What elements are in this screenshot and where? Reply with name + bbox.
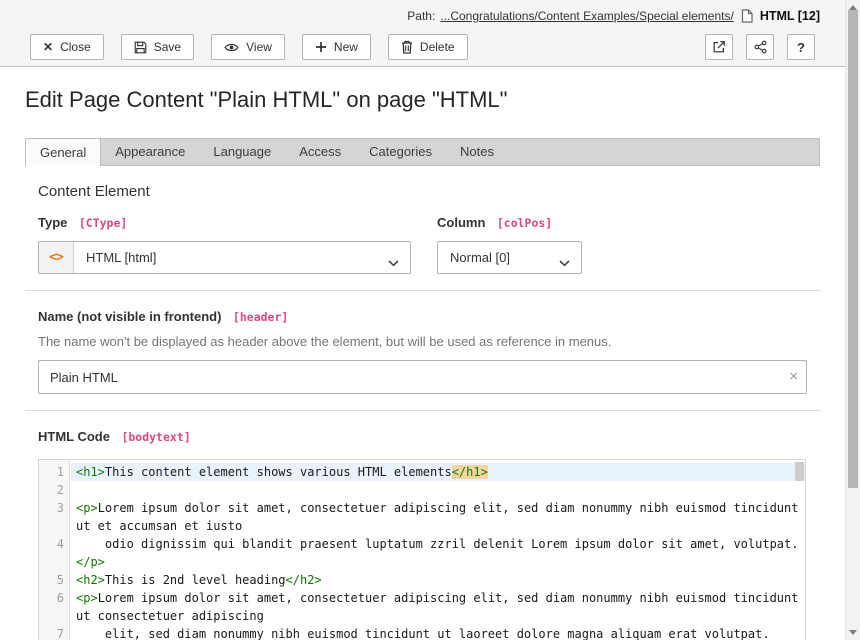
bodytext-code: [bodytext] bbox=[121, 430, 190, 444]
code-editor-row: 2 bbox=[39, 481, 805, 499]
line-number: 1 bbox=[39, 463, 71, 481]
name-description: The name won't be displayed as header ab… bbox=[38, 334, 807, 349]
code-editor-scrollbar-thumb[interactable] bbox=[795, 462, 804, 481]
tab-language[interactable]: Language bbox=[199, 139, 285, 165]
save-icon bbox=[134, 41, 147, 54]
tab-notes[interactable]: Notes bbox=[446, 139, 508, 165]
delete-button[interactable]: Delete bbox=[388, 34, 468, 60]
toolbar-right-group: ? bbox=[705, 34, 815, 60]
type-label: Type bbox=[38, 215, 67, 230]
html-tag-token: <p> bbox=[76, 591, 98, 605]
line-number: 4 bbox=[39, 535, 71, 571]
tab-general[interactable]: General bbox=[25, 138, 101, 166]
type-select-addon: <> bbox=[39, 242, 74, 273]
tab-access[interactable]: Access bbox=[285, 139, 355, 165]
page-title: Edit Page Content "Plain HTML" on page "… bbox=[25, 87, 820, 113]
type-select[interactable]: <> HTML [html] bbox=[38, 241, 411, 274]
code-editor-row: 5 <h2>This is 2nd level heading</h2> bbox=[39, 571, 805, 589]
code-editor-row: 7 elit, sed diam nonummy nibh euismod ti… bbox=[39, 625, 805, 640]
page-reference: HTML [12] bbox=[760, 9, 820, 23]
code-line[interactable]: elit, sed diam nonummy nibh euismod tinc… bbox=[76, 625, 802, 640]
page-icon bbox=[741, 9, 753, 23]
name-section: Name (not visible in frontend) [header] … bbox=[25, 291, 820, 411]
html-tag-token: </h1> bbox=[452, 465, 488, 479]
line-number: 6 bbox=[39, 589, 71, 625]
help-button[interactable]: ? bbox=[787, 34, 815, 60]
name-input[interactable] bbox=[38, 360, 807, 394]
code-editor-row: 3<p>Lorem ipsum dolor sit amet, consecte… bbox=[39, 499, 805, 535]
toolbar: ✕ Close Save View bbox=[0, 31, 845, 60]
trash-icon bbox=[401, 40, 413, 54]
column-label: Column bbox=[437, 215, 485, 230]
close-button[interactable]: ✕ Close bbox=[30, 34, 104, 60]
new-button-label: New bbox=[334, 40, 358, 54]
content-element-section-title: Content Element bbox=[38, 183, 807, 200]
code-line[interactable] bbox=[76, 481, 802, 499]
view-button-label: View bbox=[246, 40, 272, 54]
tab-categories[interactable]: Categories bbox=[355, 139, 446, 165]
line-number: 5 bbox=[39, 571, 71, 589]
plus-icon bbox=[315, 41, 327, 53]
code-line[interactable]: <h1>This content element shows various H… bbox=[76, 463, 802, 481]
code-editor[interactable]: 1 <h1>This content element shows various … bbox=[38, 459, 806, 640]
html-code-label: HTML Code bbox=[38, 429, 110, 444]
html-tag-token: <h1> bbox=[76, 465, 105, 479]
new-button[interactable]: New bbox=[302, 34, 371, 60]
ctype-code: [CType] bbox=[79, 216, 127, 230]
save-button[interactable]: Save bbox=[121, 34, 194, 60]
tab-bar: General Appearance Language Access Categ… bbox=[25, 138, 820, 166]
tab-appearance[interactable]: Appearance bbox=[101, 139, 199, 165]
path-label: Path: bbox=[407, 9, 435, 23]
code-editor-row: 4 odio dignissim qui blandit praesent lu… bbox=[39, 535, 805, 571]
content-element-section: Content Element Type [CType] <> HTML [ht… bbox=[25, 166, 820, 291]
toolbar-left-group: ✕ Close Save View bbox=[30, 34, 468, 60]
html-tag-token: </p> bbox=[76, 555, 105, 569]
main-scrollbar[interactable] bbox=[845, 0, 860, 640]
save-button-label: Save bbox=[154, 40, 181, 54]
clear-icon[interactable]: × bbox=[789, 368, 798, 385]
close-icon: ✕ bbox=[43, 40, 53, 54]
code-editor-scrollbar[interactable] bbox=[794, 461, 805, 640]
chevron-down-icon bbox=[388, 255, 399, 270]
application-window: Path: ...Congratulations/Content Example… bbox=[0, 0, 860, 640]
view-button[interactable]: View bbox=[211, 34, 285, 60]
code-editor-lines: 1 <h1>This content element shows various … bbox=[39, 460, 805, 640]
share-button[interactable] bbox=[746, 34, 774, 60]
module-body: Edit Page Content "Plain HTML" on page "… bbox=[25, 67, 820, 640]
path-bar: Path: ...Congratulations/Content Example… bbox=[0, 0, 845, 31]
html-tag-token: <p> bbox=[76, 501, 98, 515]
chevron-down-icon bbox=[559, 255, 570, 270]
share-icon bbox=[754, 40, 767, 54]
code-line[interactable]: <p>Lorem ipsum dolor sit amet, consectet… bbox=[76, 499, 802, 535]
code-line[interactable]: <h2>This is 2nd level heading</h2> bbox=[76, 571, 802, 589]
close-button-label: Close bbox=[60, 40, 91, 54]
delete-button-label: Delete bbox=[420, 40, 455, 54]
code-editor-row: 1 <h1>This content element shows various … bbox=[39, 463, 805, 481]
name-label: Name (not visible in frontend) bbox=[38, 309, 221, 324]
header-code: [header] bbox=[233, 310, 288, 324]
code-line[interactable]: odio dignissim qui blandit praesent lupt… bbox=[76, 535, 802, 571]
colpos-code: [colPos] bbox=[497, 216, 552, 230]
main-scrollbar-thumb[interactable] bbox=[848, 10, 858, 488]
eye-icon bbox=[224, 42, 239, 53]
column-select-value: Normal [0] bbox=[438, 250, 510, 265]
code-editor-row: 6<p>Lorem ipsum dolor sit amet, consecte… bbox=[39, 589, 805, 625]
open-in-new-window-button[interactable] bbox=[705, 34, 733, 60]
html-tag-token: </h2> bbox=[286, 573, 322, 587]
path-link[interactable]: ...Congratulations/Content Examples/Spec… bbox=[440, 9, 734, 23]
scroll-down-arrow-icon[interactable] bbox=[849, 630, 857, 635]
open-in-new-window-icon bbox=[712, 40, 726, 54]
docheader: Path: ...Congratulations/Content Example… bbox=[0, 0, 845, 67]
html-tag-token: <h2> bbox=[76, 573, 105, 587]
html-code-section: HTML Code [bodytext] 1 <h1>This content e… bbox=[25, 411, 820, 640]
column-select[interactable]: Normal [0] bbox=[437, 241, 582, 274]
line-number: 7 bbox=[39, 625, 71, 640]
line-number: 2 bbox=[39, 481, 71, 499]
code-line[interactable]: <p>Lorem ipsum dolor sit amet, consectet… bbox=[76, 589, 802, 625]
type-select-value: HTML [html] bbox=[74, 250, 156, 265]
html-content-icon: <> bbox=[49, 250, 63, 265]
help-icon: ? bbox=[797, 40, 805, 55]
line-number: 3 bbox=[39, 499, 71, 535]
